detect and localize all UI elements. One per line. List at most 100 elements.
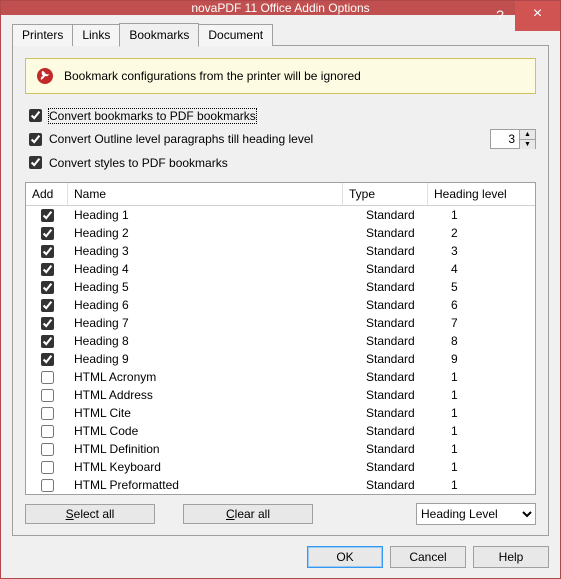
window-title: novaPDF 11 Office Addin Options [1,1,560,15]
row-add-checkbox[interactable] [41,443,54,456]
row-name: HTML Preformatted [68,478,360,492]
table-row[interactable]: HTML DefinitionStandard1 [26,440,535,458]
row-add-checkbox[interactable] [41,263,54,276]
row-add-checkbox[interactable] [41,299,54,312]
spinner-buttons: ▲ ▼ [519,130,535,148]
row-level: 8 [445,334,535,348]
row-level: 1 [445,370,535,384]
filter-select[interactable]: Heading Level [416,503,536,525]
content-area: Printers Links Bookmarks Document Bookma… [1,15,560,536]
option-convert-bookmarks: Convert bookmarks to PDF bookmarks [25,106,536,125]
table-row[interactable]: HTML AddressStandard1 [26,386,535,404]
row-level: 2 [445,226,535,240]
row-add-checkbox[interactable] [41,281,54,294]
row-type: Standard [360,262,445,276]
convert-outline-checkbox[interactable] [29,133,42,146]
titlebar: novaPDF 11 Office Addin Options ? × [1,1,560,15]
tab-document[interactable]: Document [198,24,273,46]
row-add-checkbox[interactable] [41,227,54,240]
styles-table: Add Name Type Heading level Heading 1Sta… [25,182,536,495]
row-name: HTML Acronym [68,370,360,384]
table-row[interactable]: Heading 7Standard7 [26,314,535,332]
dialog-window: novaPDF 11 Office Addin Options ? × Prin… [0,0,561,579]
row-level: 1 [445,478,535,492]
row-level: 4 [445,262,535,276]
tab-links[interactable]: Links [72,24,120,46]
header-name[interactable]: Name [68,183,343,205]
row-add-checkbox[interactable] [41,425,54,438]
table-row[interactable]: Heading 6Standard6 [26,296,535,314]
row-type: Standard [360,226,445,240]
table-row[interactable]: HTML CiteStandard1 [26,404,535,422]
row-name: Heading 7 [68,316,360,330]
row-name: Heading 9 [68,352,360,366]
row-type: Standard [360,442,445,456]
row-name: HTML Address [68,388,360,402]
table-row[interactable]: HTML CodeStandard1 [26,422,535,440]
help-button[interactable]: Help [473,546,549,568]
row-type: Standard [360,370,445,384]
table-row[interactable]: Heading 1Standard1 [26,206,535,224]
row-add-checkbox[interactable] [41,245,54,258]
row-type: Standard [360,244,445,258]
table-row[interactable]: Heading 8Standard8 [26,332,535,350]
spinner-down-icon[interactable]: ▼ [520,140,535,149]
info-icon [36,67,54,85]
tab-printers[interactable]: Printers [12,24,73,46]
dialog-footer: OK Cancel Help [1,536,560,579]
cancel-button[interactable]: Cancel [390,546,466,568]
table-row[interactable]: HTML AcronymStandard1 [26,368,535,386]
row-name: Heading 6 [68,298,360,312]
row-level: 9 [445,352,535,366]
tab-bookmarks[interactable]: Bookmarks [119,23,199,47]
row-type: Standard [360,298,445,312]
info-banner: Bookmark configurations from the printer… [25,58,536,94]
row-type: Standard [360,478,445,492]
row-add-checkbox[interactable] [41,389,54,402]
table-row[interactable]: HTML KeyboardStandard1 [26,458,535,476]
header-add[interactable]: Add [26,183,68,205]
row-level: 1 [445,208,535,222]
row-name: HTML Keyboard [68,460,360,474]
row-name: HTML Code [68,424,360,438]
option-convert-styles: Convert styles to PDF bookmarks [25,153,536,172]
row-type: Standard [360,316,445,330]
row-name: Heading 2 [68,226,360,240]
table-buttons: Select all Clear all Heading Level [25,503,536,525]
table-row[interactable]: Heading 9Standard9 [26,350,535,368]
row-add-checkbox[interactable] [41,371,54,384]
row-add-checkbox[interactable] [41,209,54,222]
ok-button[interactable]: OK [307,546,383,568]
row-add-checkbox[interactable] [41,461,54,474]
table-row[interactable]: Heading 5Standard5 [26,278,535,296]
heading-level-input[interactable] [491,130,519,148]
row-name: HTML Cite [68,406,360,420]
table-body[interactable]: Heading 1Standard1Heading 2Standard2Head… [26,206,535,494]
row-add-checkbox[interactable] [41,335,54,348]
row-type: Standard [360,334,445,348]
convert-bookmarks-checkbox[interactable] [29,109,42,122]
row-type: Standard [360,352,445,366]
convert-outline-label: Convert Outline level paragraphs till he… [49,132,313,146]
header-type[interactable]: Type [343,183,428,205]
row-level: 6 [445,298,535,312]
table-row[interactable]: HTML PreformattedStandard1 [26,476,535,494]
table-row[interactable]: Heading 4Standard4 [26,260,535,278]
row-add-checkbox[interactable] [41,353,54,366]
row-add-checkbox[interactable] [41,317,54,330]
row-add-checkbox[interactable] [41,479,54,492]
table-row[interactable]: Heading 2Standard2 [26,224,535,242]
table-row[interactable]: Heading 3Standard3 [26,242,535,260]
row-name: Heading 5 [68,280,360,294]
table-header: Add Name Type Heading level [26,183,535,206]
select-all-button[interactable]: Select all [25,504,155,524]
spinner-up-icon[interactable]: ▲ [520,130,535,140]
convert-styles-checkbox[interactable] [29,156,42,169]
clear-all-button[interactable]: Clear all [183,504,313,524]
info-text: Bookmark configurations from the printer… [64,69,361,83]
row-add-checkbox[interactable] [41,407,54,420]
row-level: 1 [445,406,535,420]
header-level[interactable]: Heading level [428,183,518,205]
row-type: Standard [360,424,445,438]
row-name: HTML Definition [68,442,360,456]
